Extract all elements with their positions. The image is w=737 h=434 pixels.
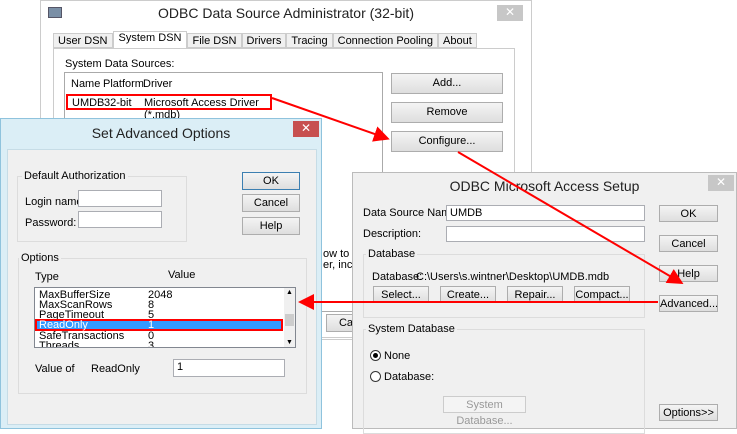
annotation-arrows <box>271 97 684 310</box>
arrow-to-configure <box>271 97 390 142</box>
arrow-to-advanced <box>457 151 684 285</box>
